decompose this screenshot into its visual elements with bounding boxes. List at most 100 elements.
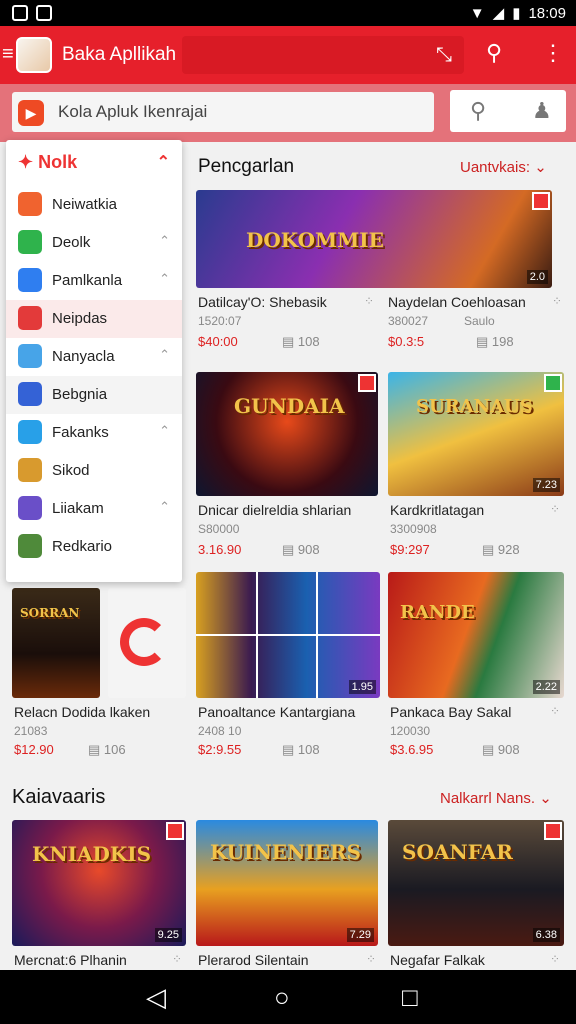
section-more-link[interactable]: Uantvkais: ⌄ xyxy=(460,158,547,176)
app-card[interactable]: DOKOMMIE 2.0 Datilcay'O: Shebasik 1520:0… xyxy=(196,190,564,350)
app-thumbnail-grid: 1.95 xyxy=(196,572,380,698)
dropdown-item-label: Liiakam xyxy=(52,500,104,517)
app-sub-label: Saulo xyxy=(464,314,495,328)
dropdown-item[interactable]: Neiwatkia xyxy=(6,186,182,224)
battery-icon: ▮ xyxy=(512,5,521,22)
expand-icon[interactable]: ⤡ xyxy=(436,44,452,67)
store-logo-icon xyxy=(120,618,168,666)
app-card[interactable]: SURANAUS 7.23 Kardkritlatagan 3300908 $9… xyxy=(388,372,564,562)
app-price: $2:9.55 xyxy=(198,742,242,757)
chevron-up-icon[interactable]: ⌃ xyxy=(159,271,170,287)
more-icon[interactable]: ⁘ xyxy=(552,294,562,308)
navigation-bar: ◁ ○ □ xyxy=(0,970,576,1024)
app-name: Plerarod Silentain xyxy=(198,952,309,968)
dropdown-item-label: Pamlkanla xyxy=(52,272,123,289)
category-icon xyxy=(18,382,42,406)
app-thumbnail: RANDE 2.22 xyxy=(388,572,564,698)
dropdown-item[interactable]: Liiakam ⌃ xyxy=(6,490,182,528)
more-icon[interactable]: ⁘ xyxy=(550,704,560,718)
app-count: ▤ 198 xyxy=(476,334,514,349)
category-icon xyxy=(18,268,42,292)
chevron-up-icon[interactable]: ⌃ xyxy=(159,423,170,439)
category-dropdown: ✦ Nolk ⌃ Neiwatkia Deolk ⌃ Pamlkanla ⌃ Neipda… xyxy=(6,140,182,582)
chevron-up-icon[interactable]: ⌃ xyxy=(159,499,170,515)
app-card[interactable]: KUINENIERS 7.29 Plerarod Silentain ⁘ xyxy=(196,820,380,970)
dropdown-item[interactable]: Deolk ⌃ xyxy=(6,224,182,262)
home-icon[interactable]: ○ xyxy=(274,982,290,1013)
app-card[interactable]: RANDE 2.22 Pankaca Bay Sakal 120030 $3.6… xyxy=(388,572,564,760)
chevron-up-icon[interactable]: ⌃ xyxy=(157,152,170,172)
more-icon[interactable]: ⁘ xyxy=(550,952,560,966)
more-icon[interactable]: ⁘ xyxy=(364,294,374,308)
dropdown-item[interactable]: Redkario xyxy=(6,528,182,566)
app-thumbnail: KUINENIERS 7.29 xyxy=(196,820,378,946)
badge-icon xyxy=(358,374,376,392)
badge-icon xyxy=(544,374,562,392)
dropdown-item-label: Sikod xyxy=(52,462,90,479)
app-count: ▤ 928 xyxy=(482,542,520,557)
app-thumbnail: GUNDAIA xyxy=(196,372,378,496)
app-bar-field[interactable]: ⤡ xyxy=(182,36,464,74)
app-name: Kardkritlatagan xyxy=(390,502,485,518)
category-icon xyxy=(18,496,42,520)
more-icon[interactable]: ⁘ xyxy=(366,952,376,966)
app-thumbnail: KNIADKIS 9.25 xyxy=(12,820,186,946)
chevron-up-icon[interactable]: ⌃ xyxy=(159,347,170,363)
app-count: ▤ 108 xyxy=(282,742,320,757)
search-row: ▶ Kola Apluk Ikenrajai ⚲ ♟ xyxy=(0,84,576,142)
search-icon[interactable]: ⚲ xyxy=(470,98,486,124)
clock: 18:09 xyxy=(528,4,566,22)
dropdown-header[interactable]: ✦ Nolk ⌃ xyxy=(18,152,170,178)
store-badge-icon: ▶ xyxy=(18,100,44,126)
dropdown-item-label: Neiwatkia xyxy=(52,196,118,213)
dropdown-item[interactable]: Nanyacla ⌃ xyxy=(6,338,182,376)
app-sub: 1520:07 xyxy=(198,314,242,328)
back-icon[interactable]: ◁ xyxy=(146,982,166,1013)
dropdown-item-label: Fakanks xyxy=(52,424,109,441)
dropdown-item[interactable]: Bebgnia xyxy=(6,376,182,414)
app-name: Naydelan Coehloasan xyxy=(388,294,526,310)
app-card[interactable]: SOANFAR 6.38 Negafar Falkak ⁘ xyxy=(388,820,564,970)
app-card[interactable]: SORRAN Relacn Dodida lkaken 21083 $12.90… xyxy=(12,588,188,760)
app-price: $40:00 xyxy=(198,334,238,349)
app-price: 3.16.90 xyxy=(198,542,242,557)
recents-icon[interactable]: □ xyxy=(402,982,418,1013)
app-name: Negafar Falkak xyxy=(390,952,485,968)
search-input[interactable]: ▶ Kola Apluk Ikenrajai xyxy=(12,92,434,132)
app-count: ▤ 106 xyxy=(88,742,126,757)
app-price: $12.90 xyxy=(14,742,54,757)
category-icon xyxy=(18,306,42,330)
app-sub: S80000 xyxy=(198,522,240,536)
app-card[interactable]: 1.95 Panoaltance Kantargiana 2408 10 $2:… xyxy=(196,572,380,760)
gallery-notification-icon xyxy=(36,5,52,21)
app-sub: 3300908 xyxy=(390,522,437,536)
app-price: $9:297 xyxy=(390,542,430,557)
app-name: Dnicar dielreldia shlarian xyxy=(198,502,352,518)
section-more-link[interactable]: Nalkarrl Nans. ⌄ xyxy=(440,789,552,807)
more-icon[interactable]: ⁘ xyxy=(172,952,182,966)
menu-icon[interactable]: ≡ xyxy=(2,43,14,66)
chevron-up-icon[interactable]: ⌃ xyxy=(159,233,170,249)
app-count: ▤ 908 xyxy=(482,742,520,757)
app-bar: ≡ Baka Apllikah ⤡ ⚲ ⋮ xyxy=(0,26,576,84)
search-icon[interactable]: ⚲ xyxy=(486,40,502,66)
app-card[interactable]: KNIADKIS 9.25 Mercnat:6 Plhanin ⁘ xyxy=(12,820,188,970)
app-count: ▤ 908 xyxy=(282,542,320,557)
category-icon xyxy=(18,344,42,368)
app-name: Mercnat:6 Plhanin xyxy=(14,952,127,968)
dropdown-item[interactable]: Pamlkanla ⌃ xyxy=(6,262,182,300)
more-icon[interactable]: ⁘ xyxy=(550,502,560,516)
app-sub: 380027 xyxy=(388,314,429,328)
more-options-icon[interactable]: ⋮ xyxy=(542,40,564,66)
dropdown-item-label: Nanyacla xyxy=(52,348,115,365)
app-card[interactable]: GUNDAIA Dnicar dielreldia shlarian S8000… xyxy=(196,372,380,562)
badge-icon xyxy=(544,822,562,840)
category-icon xyxy=(18,230,42,254)
badge-icon xyxy=(532,192,550,210)
dropdown-item[interactable]: Fakanks ⌃ xyxy=(6,414,182,452)
dropdown-item[interactable]: Neipdas xyxy=(6,300,182,338)
account-icon[interactable]: ♟ xyxy=(532,98,552,124)
search-placeholder: Kola Apluk Ikenrajai xyxy=(58,102,208,121)
app-thumbnail: DOKOMMIE 2.0 xyxy=(196,190,552,288)
dropdown-item[interactable]: Sikod xyxy=(6,452,182,490)
